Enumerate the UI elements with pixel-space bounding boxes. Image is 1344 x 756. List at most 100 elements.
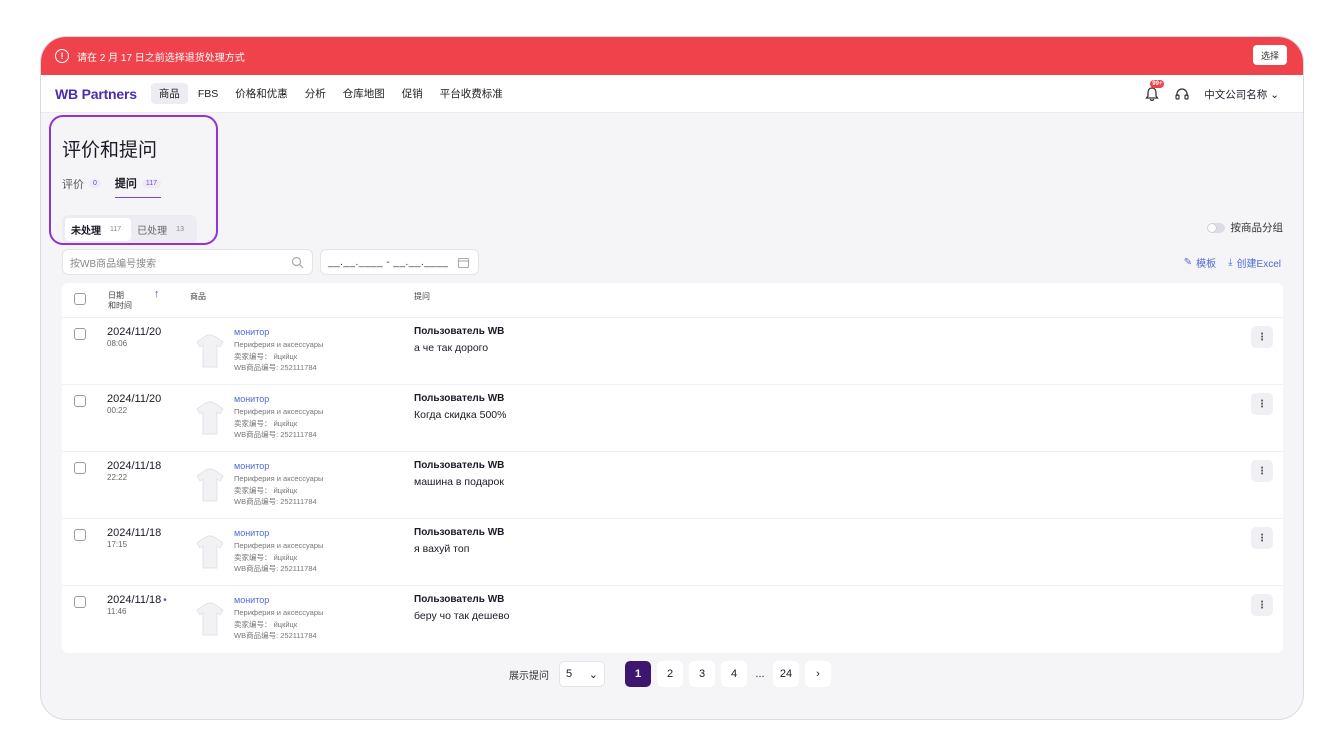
header-product: 商品 <box>190 292 206 301</box>
excel-label: 创建Excel <box>1236 259 1281 270</box>
question-text: Когда скидка 500% <box>414 409 507 421</box>
page-button-2[interactable]: 2 <box>657 661 683 687</box>
more-icon[interactable]: ⋮ <box>1251 594 1273 616</box>
page-button-1[interactable]: 1 <box>625 661 651 687</box>
product-link[interactable]: монитор <box>234 327 269 337</box>
product-category: Периферия и аксессуары <box>234 474 324 483</box>
question-text: я вахуй топ <box>414 543 470 555</box>
sort-arrow-icon[interactable]: ↑ <box>154 288 160 300</box>
wb-sku: WB商品编号: 252111784 <box>234 564 317 573</box>
wb-sku: WB商品编号: 252111784 <box>234 631 317 640</box>
template-button[interactable]: ✎ 模板 <box>1184 255 1216 270</box>
choose-button[interactable]: 选择 <box>1252 45 1287 65</box>
nav-item-analytics[interactable]: 分析 <box>305 83 326 104</box>
question-user: Пользователь WB <box>414 594 505 605</box>
headset-icon[interactable] <box>1174 86 1190 102</box>
product-category: Периферия и аксессуары <box>234 608 324 617</box>
question-text: а че так дорого <box>414 342 489 354</box>
product-link[interactable]: монитор <box>234 394 269 404</box>
wb-sku: WB商品编号: 252111784 <box>234 430 317 439</box>
seller-sku: 卖家编号： йцкйцк <box>234 620 298 629</box>
company-name: 中文公司名称 <box>1204 88 1268 101</box>
row-time: 17:15 <box>107 540 128 549</box>
more-icon[interactable]: ⋮ <box>1251 527 1273 549</box>
top-nav: WB Partners 商品 FBS 价格和优惠 分析 仓库地图 促销 平台收费… <box>41 75 1303 113</box>
chevron-down-icon: ⌄ <box>588 668 598 681</box>
question-text: машина в подарок <box>414 476 504 488</box>
nav-right: 99+ 中文公司名称 ⌄ <box>1144 75 1279 113</box>
row-date: 2024/11/20 <box>107 326 163 338</box>
date-text: 2024/11/18 <box>107 460 162 472</box>
warning-icon: ! <box>55 49 69 63</box>
table-row[interactable]: 2024/11/20 08:06 монитор Периферия и акс… <box>62 318 1283 385</box>
product-thumbnail <box>196 535 224 569</box>
row-time: 22:22 <box>107 473 128 482</box>
question-user: Пользователь WB <box>414 393 505 404</box>
table-row[interactable]: 2024/11/18 • 11:46 монитор Периферия и ак… <box>62 586 1283 653</box>
date-text: 2024/11/20 <box>107 393 162 405</box>
product-link[interactable]: монитор <box>234 461 269 471</box>
wb-sku: WB商品编号: 252111784 <box>234 363 317 372</box>
alert-banner: ! 请在 2 月 17 日之前选择退货处理方式 选择 <box>41 37 1303 75</box>
more-icon[interactable]: ⋮ <box>1251 393 1273 415</box>
table-row[interactable]: 2024/11/18 17:15 монитор Периферия и акс… <box>62 519 1283 586</box>
nav-item-promotions[interactable]: 促销 <box>402 83 423 104</box>
question-user: Пользователь WB <box>414 460 505 471</box>
select-all-checkbox[interactable] <box>74 293 86 305</box>
seller-sku: 卖家编号： йцкйцк <box>234 486 298 495</box>
notification-badge: 99+ <box>1150 80 1165 88</box>
product-link[interactable]: монитор <box>234 528 269 538</box>
question-text: беру чо так дешево <box>414 610 510 622</box>
alert-message: 请在 2 月 17 日之前选择退货处理方式 <box>77 52 245 64</box>
template-label: 模板 <box>1196 259 1217 270</box>
question-user: Пользователь WB <box>414 527 505 538</box>
toggle-switch[interactable] <box>1206 222 1225 233</box>
questions-table: 日期 和时间 ↑ 商品 提问 2024/11/20 08:06 монитор П… <box>62 283 1283 653</box>
logo[interactable]: WB Partners <box>55 86 137 102</box>
per-page-select[interactable]: 5 ⌄ <box>559 661 605 687</box>
header-date-line1: 日期 <box>108 291 124 300</box>
page-button-24[interactable]: 24 <box>773 661 799 687</box>
product-thumbnail <box>196 468 224 502</box>
row-time: 11:46 <box>107 607 127 616</box>
product-category: Периферия и аксессуары <box>234 407 324 416</box>
page-button-3[interactable]: 3 <box>689 661 715 687</box>
row-checkbox[interactable] <box>74 328 86 340</box>
row-date: 2024/11/18 <box>107 527 163 539</box>
question-user: Пользователь WB <box>414 326 505 337</box>
row-checkbox[interactable] <box>74 462 86 474</box>
search-input[interactable]: 按WB商品编号搜索 <box>62 249 313 275</box>
product-thumbnail <box>196 602 224 636</box>
create-excel-button[interactable]: ⤓ 创建Excel <box>1228 255 1281 270</box>
header-date-line2: 和时间 <box>108 301 132 310</box>
header-question: 提问 <box>414 292 430 301</box>
date-text: 2024/11/20 <box>107 326 162 338</box>
product-category: Периферия и аксессуары <box>234 340 324 349</box>
nav-item-prices[interactable]: 价格和优惠 <box>235 83 288 104</box>
company-selector[interactable]: 中文公司名称 ⌄ <box>1204 87 1279 102</box>
bell-icon[interactable]: 99+ <box>1144 80 1165 102</box>
seller-sku: 卖家编号： йцкйцк <box>234 419 298 428</box>
more-icon[interactable]: ⋮ <box>1251 460 1273 482</box>
header-date[interactable]: 日期 和时间 <box>108 291 132 311</box>
row-checkbox[interactable] <box>74 395 86 407</box>
row-date: 2024/11/20 <box>107 393 163 405</box>
group-by-product-toggle[interactable]: 按商品分组 <box>1206 220 1283 235</box>
row-checkbox[interactable] <box>74 529 86 541</box>
date-range-input[interactable]: __.__.____ - __.__.____ <box>320 249 479 275</box>
product-category: Периферия и аксессуары <box>234 541 324 550</box>
page-button-4[interactable]: 4 <box>721 661 747 687</box>
next-page-button[interactable]: › <box>805 661 831 687</box>
chevron-down-icon: ⌄ <box>1270 88 1279 101</box>
table-row[interactable]: 2024/11/20 00:22 монитор Периферия и акс… <box>62 385 1283 452</box>
nav-item-fees[interactable]: 平台收费标准 <box>440 83 503 104</box>
more-icon[interactable]: ⋮ <box>1251 326 1273 348</box>
nav-item-fbs[interactable]: FBS <box>198 85 218 103</box>
product-link[interactable]: монитор <box>234 595 269 605</box>
nav-item-warehouse-map[interactable]: 仓库地图 <box>343 83 385 104</box>
row-checkbox[interactable] <box>74 596 86 608</box>
table-row[interactable]: 2024/11/18 22:22 монитор Периферия и акс… <box>62 452 1283 519</box>
row-time: 08:06 <box>107 339 128 348</box>
calendar-icon <box>457 257 470 269</box>
nav-item-products[interactable]: 商品 <box>150 83 188 104</box>
